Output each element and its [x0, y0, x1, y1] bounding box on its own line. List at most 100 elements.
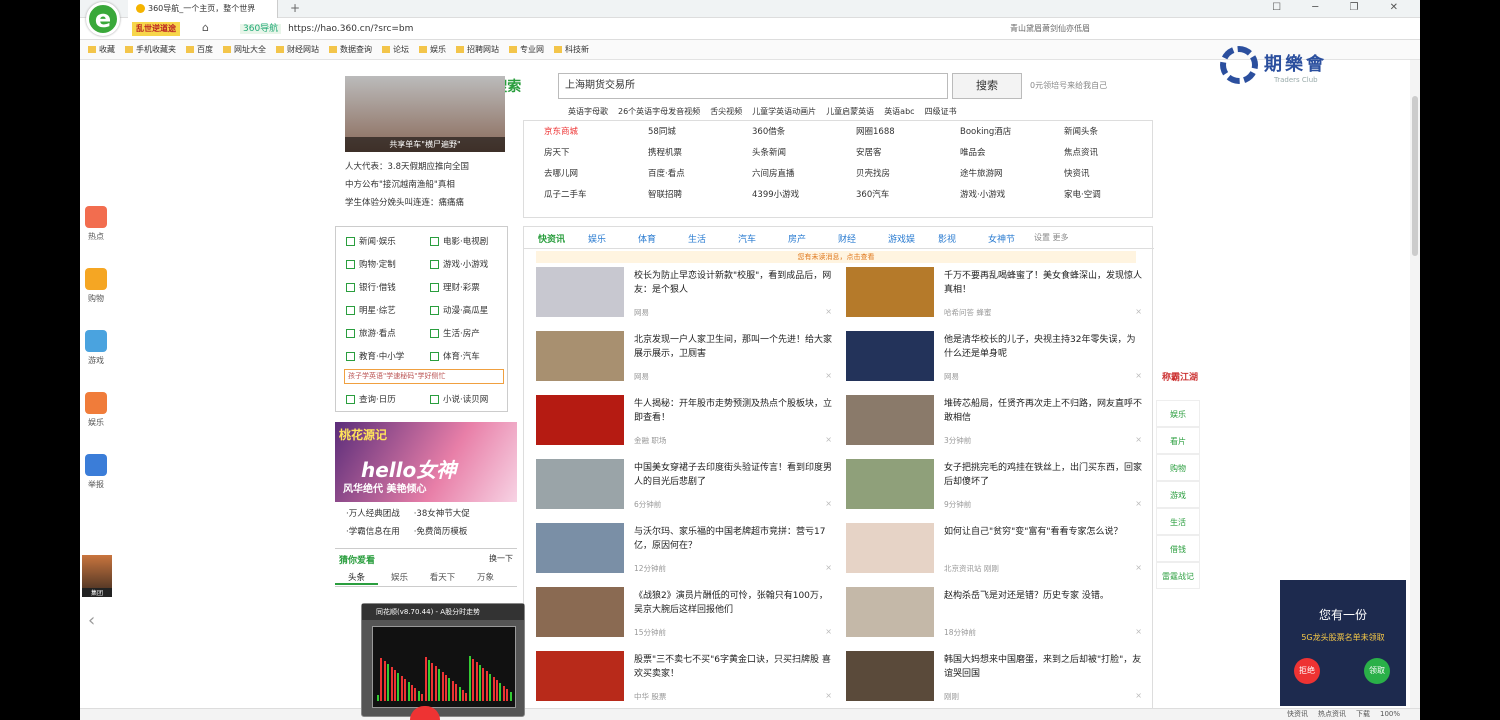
- status-item[interactable]: 100%: [1380, 710, 1400, 718]
- category-link[interactable]: 明星·综艺: [346, 304, 396, 316]
- site-link[interactable]: 唯品会: [960, 146, 986, 158]
- news-tab[interactable]: 快资讯: [538, 232, 565, 245]
- rail-item[interactable]: 热点: [80, 206, 112, 262]
- news-card[interactable]: 韩国大妈想来中国磨蛋，来到之后却被"打脸"，友谊哭回国 刚刚 ×: [846, 651, 1146, 713]
- news-image[interactable]: [536, 587, 624, 637]
- news-card[interactable]: 他是清华校长的儿子，央视主持32年零失误，为什么还是单身呢 网易 ×: [846, 331, 1146, 393]
- unread-banner[interactable]: 您有未读消息，点击查看: [536, 251, 1136, 263]
- game-link[interactable]: ·38女神节大促: [414, 509, 470, 519]
- news-title[interactable]: 股票"三不卖七不买"6字黄金口诀，只买扫牌股 喜欢买卖家！: [634, 653, 834, 681]
- promo-banner[interactable]: 乱世逆道途: [132, 22, 180, 36]
- tab-360[interactable]: 360导航_一个主页，整个世界: [128, 0, 278, 18]
- close-icon[interactable]: ×: [1135, 307, 1142, 316]
- category-link[interactable]: 生活·房产: [430, 327, 480, 339]
- news-title[interactable]: 他是清华校长的儿子，央视主持32年零失误，为什么还是单身呢: [944, 333, 1144, 361]
- ad-decline-button[interactable]: 拒绝: [1294, 658, 1320, 684]
- category-link[interactable]: 教育·中小学: [346, 350, 404, 362]
- guess-tab[interactable]: 看天下: [421, 571, 464, 583]
- status-item[interactable]: 快资讯: [1287, 710, 1308, 718]
- news-title[interactable]: 韩国大妈想来中国磨蛋，来到之后却被"打脸"，友谊哭回国: [944, 653, 1144, 681]
- new-tab-button[interactable]: +: [290, 1, 300, 15]
- site-link[interactable]: 360借条: [752, 125, 785, 137]
- news-card[interactable]: 堆砖芯船局，任贤齐再次走上不归路，网友直呼不敢相信 3分钟前 ×: [846, 395, 1146, 457]
- bookmark-item[interactable]: 论坛: [382, 45, 409, 54]
- news-title[interactable]: 千万不要再乱喝蜂蜜了！美女食蜂深山，发现惊人真相！: [944, 269, 1144, 297]
- news-image[interactable]: [536, 395, 624, 445]
- news-image[interactable]: [846, 651, 934, 701]
- left-news-item[interactable]: 学生体验分娩头叫连连：痛痛痛: [345, 194, 469, 212]
- news-title[interactable]: 北京发现一户人家卫生间，那叫一个先进！给大家展示展示，卫厕害: [634, 333, 834, 361]
- search-suggestion-link[interactable]: 英语abc: [884, 107, 914, 116]
- site-link[interactable]: 六间房直播: [752, 167, 795, 179]
- guess-tab[interactable]: 头条: [335, 571, 378, 585]
- site-link[interactable]: 360汽车: [856, 188, 889, 200]
- category-link[interactable]: 电影·电视剧: [430, 235, 488, 247]
- category-link[interactable]: 新闻·娱乐: [346, 235, 396, 247]
- guess-refresh[interactable]: 换一下: [489, 553, 513, 564]
- guess-tab[interactable]: 万象: [464, 571, 507, 583]
- site-link[interactable]: 百度·看点: [648, 167, 685, 179]
- news-title[interactable]: 牛人揭秘：开年股市走势预测及热点个股板块，立即查看！: [634, 397, 834, 425]
- bookmark-item[interactable]: 网址大全: [223, 45, 266, 54]
- bookmark-item[interactable]: 数据查询: [329, 45, 372, 54]
- close-icon[interactable]: ×: [825, 627, 832, 636]
- close-icon[interactable]: ×: [1135, 371, 1142, 380]
- stock-app-thumbnail[interactable]: 同花顺(v8.70.44) - A股分时走势: [361, 603, 525, 717]
- site-link[interactable]: 4399小游戏: [752, 188, 799, 200]
- game-link[interactable]: ·万人经典团战: [346, 509, 400, 519]
- news-image[interactable]: [846, 587, 934, 637]
- news-tab[interactable]: 娱乐: [588, 232, 606, 245]
- close-icon[interactable]: ×: [1135, 435, 1142, 444]
- news-card[interactable]: 中国美女穿裙子去印度街头验证传言！看到印度男人的目光后悲剧了 6分钟前 ×: [536, 459, 836, 521]
- news-title[interactable]: 中国美女穿裙子去印度街头验证传言！看到印度男人的目光后悲剧了: [634, 461, 834, 489]
- category-link[interactable]: 查询·日历: [346, 393, 396, 405]
- right-sidebar-item[interactable]: 生活: [1156, 508, 1200, 535]
- news-image[interactable]: [846, 267, 934, 317]
- address-right-text[interactable]: 青山黛眉萧剑仙亦低眉: [1010, 21, 1310, 37]
- category-link[interactable]: 动漫·高瓜星: [430, 304, 488, 316]
- status-item[interactable]: 热点资讯: [1318, 710, 1346, 718]
- site-link[interactable]: 智联招聘: [648, 188, 682, 200]
- site-link[interactable]: 游戏·小游戏: [960, 188, 1005, 200]
- left-news-item[interactable]: 人大代表：3.8天假期应推向全国: [345, 158, 469, 176]
- news-card[interactable]: 千万不要再乱喝蜂蜜了！美女食蜂深山，发现惊人真相！ 哈希问答 蜂蜜 ×: [846, 267, 1146, 329]
- search-hint[interactable]: 0元领培号来给我自己: [1030, 80, 1107, 91]
- search-suggestion-link[interactable]: 儿童学英语动画片: [752, 107, 816, 116]
- back-arrow-icon[interactable]: ‹: [88, 610, 95, 631]
- site-link[interactable]: 瓜子二手车: [544, 188, 587, 200]
- news-card[interactable]: 《战狼2》演员片酬低的可怜，张翰只有100万，吴京大腕后这样回报他们 15分钟前 ×: [536, 587, 836, 649]
- ad-accept-button[interactable]: 领取: [1364, 658, 1390, 684]
- scroll-thumb[interactable]: [1412, 96, 1418, 256]
- bookmark-item[interactable]: 招聘网站: [456, 45, 499, 54]
- scrollbar[interactable]: [1410, 60, 1420, 710]
- news-title[interactable]: 《战狼2》演员片酬低的可怜，张翰只有100万，吴京大腕后这样回报他们: [634, 589, 834, 617]
- news-image[interactable]: [536, 267, 624, 317]
- category-link[interactable]: 小说·读贝网: [430, 393, 488, 405]
- right-sidebar-item[interactable]: 娱乐: [1156, 400, 1200, 427]
- site-link[interactable]: 新闻头条: [1064, 125, 1098, 137]
- close-icon[interactable]: ×: [825, 435, 832, 444]
- game-link[interactable]: ·免费简历模板: [414, 527, 468, 537]
- close-icon[interactable]: ×: [1135, 691, 1142, 700]
- rail-item[interactable]: 举报: [80, 454, 112, 510]
- site-link[interactable]: 途牛旅游网: [960, 167, 1003, 179]
- news-tab[interactable]: 生活: [688, 232, 706, 245]
- site-link[interactable]: 58同城: [648, 125, 676, 137]
- rail-item[interactable]: 游戏: [80, 330, 112, 386]
- category-link[interactable]: 游戏·小游戏: [430, 258, 488, 270]
- news-tab[interactable]: 女神节: [988, 232, 1015, 245]
- right-sidebar-item[interactable]: 借钱: [1156, 535, 1200, 562]
- search-suggestion-link[interactable]: 儿童启蒙英语: [826, 107, 874, 116]
- news-tab[interactable]: 影视: [938, 232, 956, 245]
- news-thumbnail[interactable]: 共享单车"横尸遍野": [345, 76, 505, 152]
- close-icon[interactable]: ×: [825, 499, 832, 508]
- news-tab[interactable]: 房产: [788, 232, 806, 245]
- close-icon[interactable]: ×: [825, 307, 832, 316]
- category-link[interactable]: 旅游·看点: [346, 327, 396, 339]
- news-title[interactable]: 女子把挑完毛的鸡挂在铁丝上，出门买东西，回家后却傻坏了: [944, 461, 1144, 489]
- category-link[interactable]: 购物·定制: [346, 258, 396, 270]
- search-suggestion-link[interactable]: 四级证书: [925, 107, 957, 116]
- bookmark-item[interactable]: 收藏: [88, 45, 115, 54]
- bookmark-item[interactable]: 百度: [186, 45, 213, 54]
- browser-logo-icon[interactable]: e: [86, 2, 120, 36]
